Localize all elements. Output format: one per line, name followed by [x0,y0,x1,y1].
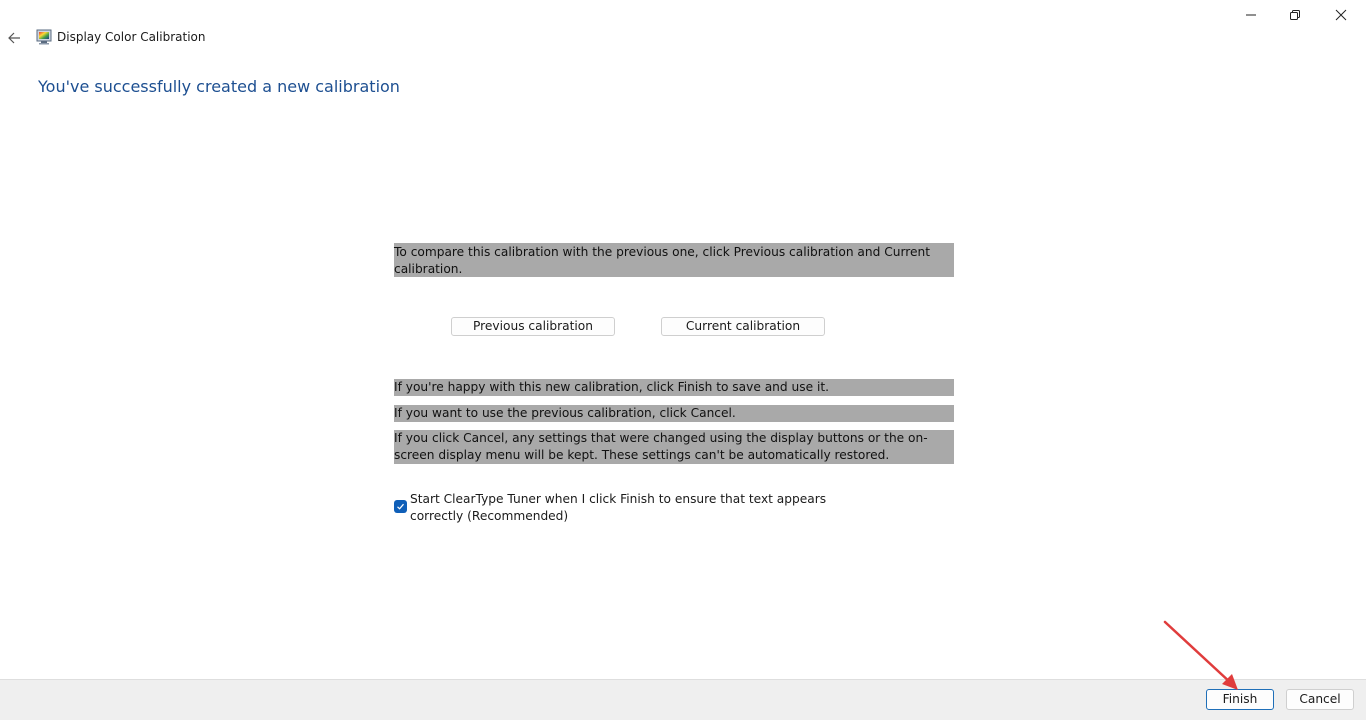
previous-calibration-button[interactable]: Previous calibration [451,317,615,336]
current-calibration-button[interactable]: Current calibration [661,317,825,336]
window-title: Display Color Calibration [57,30,206,44]
compare-instructions: To compare this calibration with the pre… [394,243,954,277]
cleartype-checkbox-label[interactable]: Start ClearType Tuner when I click Finis… [410,491,880,525]
close-icon [1335,9,1347,21]
minimize-button[interactable] [1228,0,1274,30]
finish-button[interactable]: Finish [1206,689,1274,710]
restore-icon [1290,10,1300,20]
close-button[interactable] [1318,0,1364,30]
back-arrow-icon [8,32,20,44]
monitor-color-icon [36,29,52,45]
cancel-info-text: If you want to use the previous calibrat… [394,405,954,422]
restore-button[interactable] [1272,0,1318,30]
cancel-button[interactable]: Cancel [1286,689,1354,710]
cancel-warning-text: If you click Cancel, any settings that w… [394,430,954,464]
page-heading: You've successfully created a new calibr… [38,77,400,96]
footer-bar [0,679,1366,720]
checkmark-icon [397,503,404,510]
minimize-icon [1246,14,1256,16]
cleartype-checkbox[interactable] [394,500,407,513]
back-button[interactable] [4,27,26,49]
finish-info-text: If you're happy with this new calibratio… [394,379,954,396]
